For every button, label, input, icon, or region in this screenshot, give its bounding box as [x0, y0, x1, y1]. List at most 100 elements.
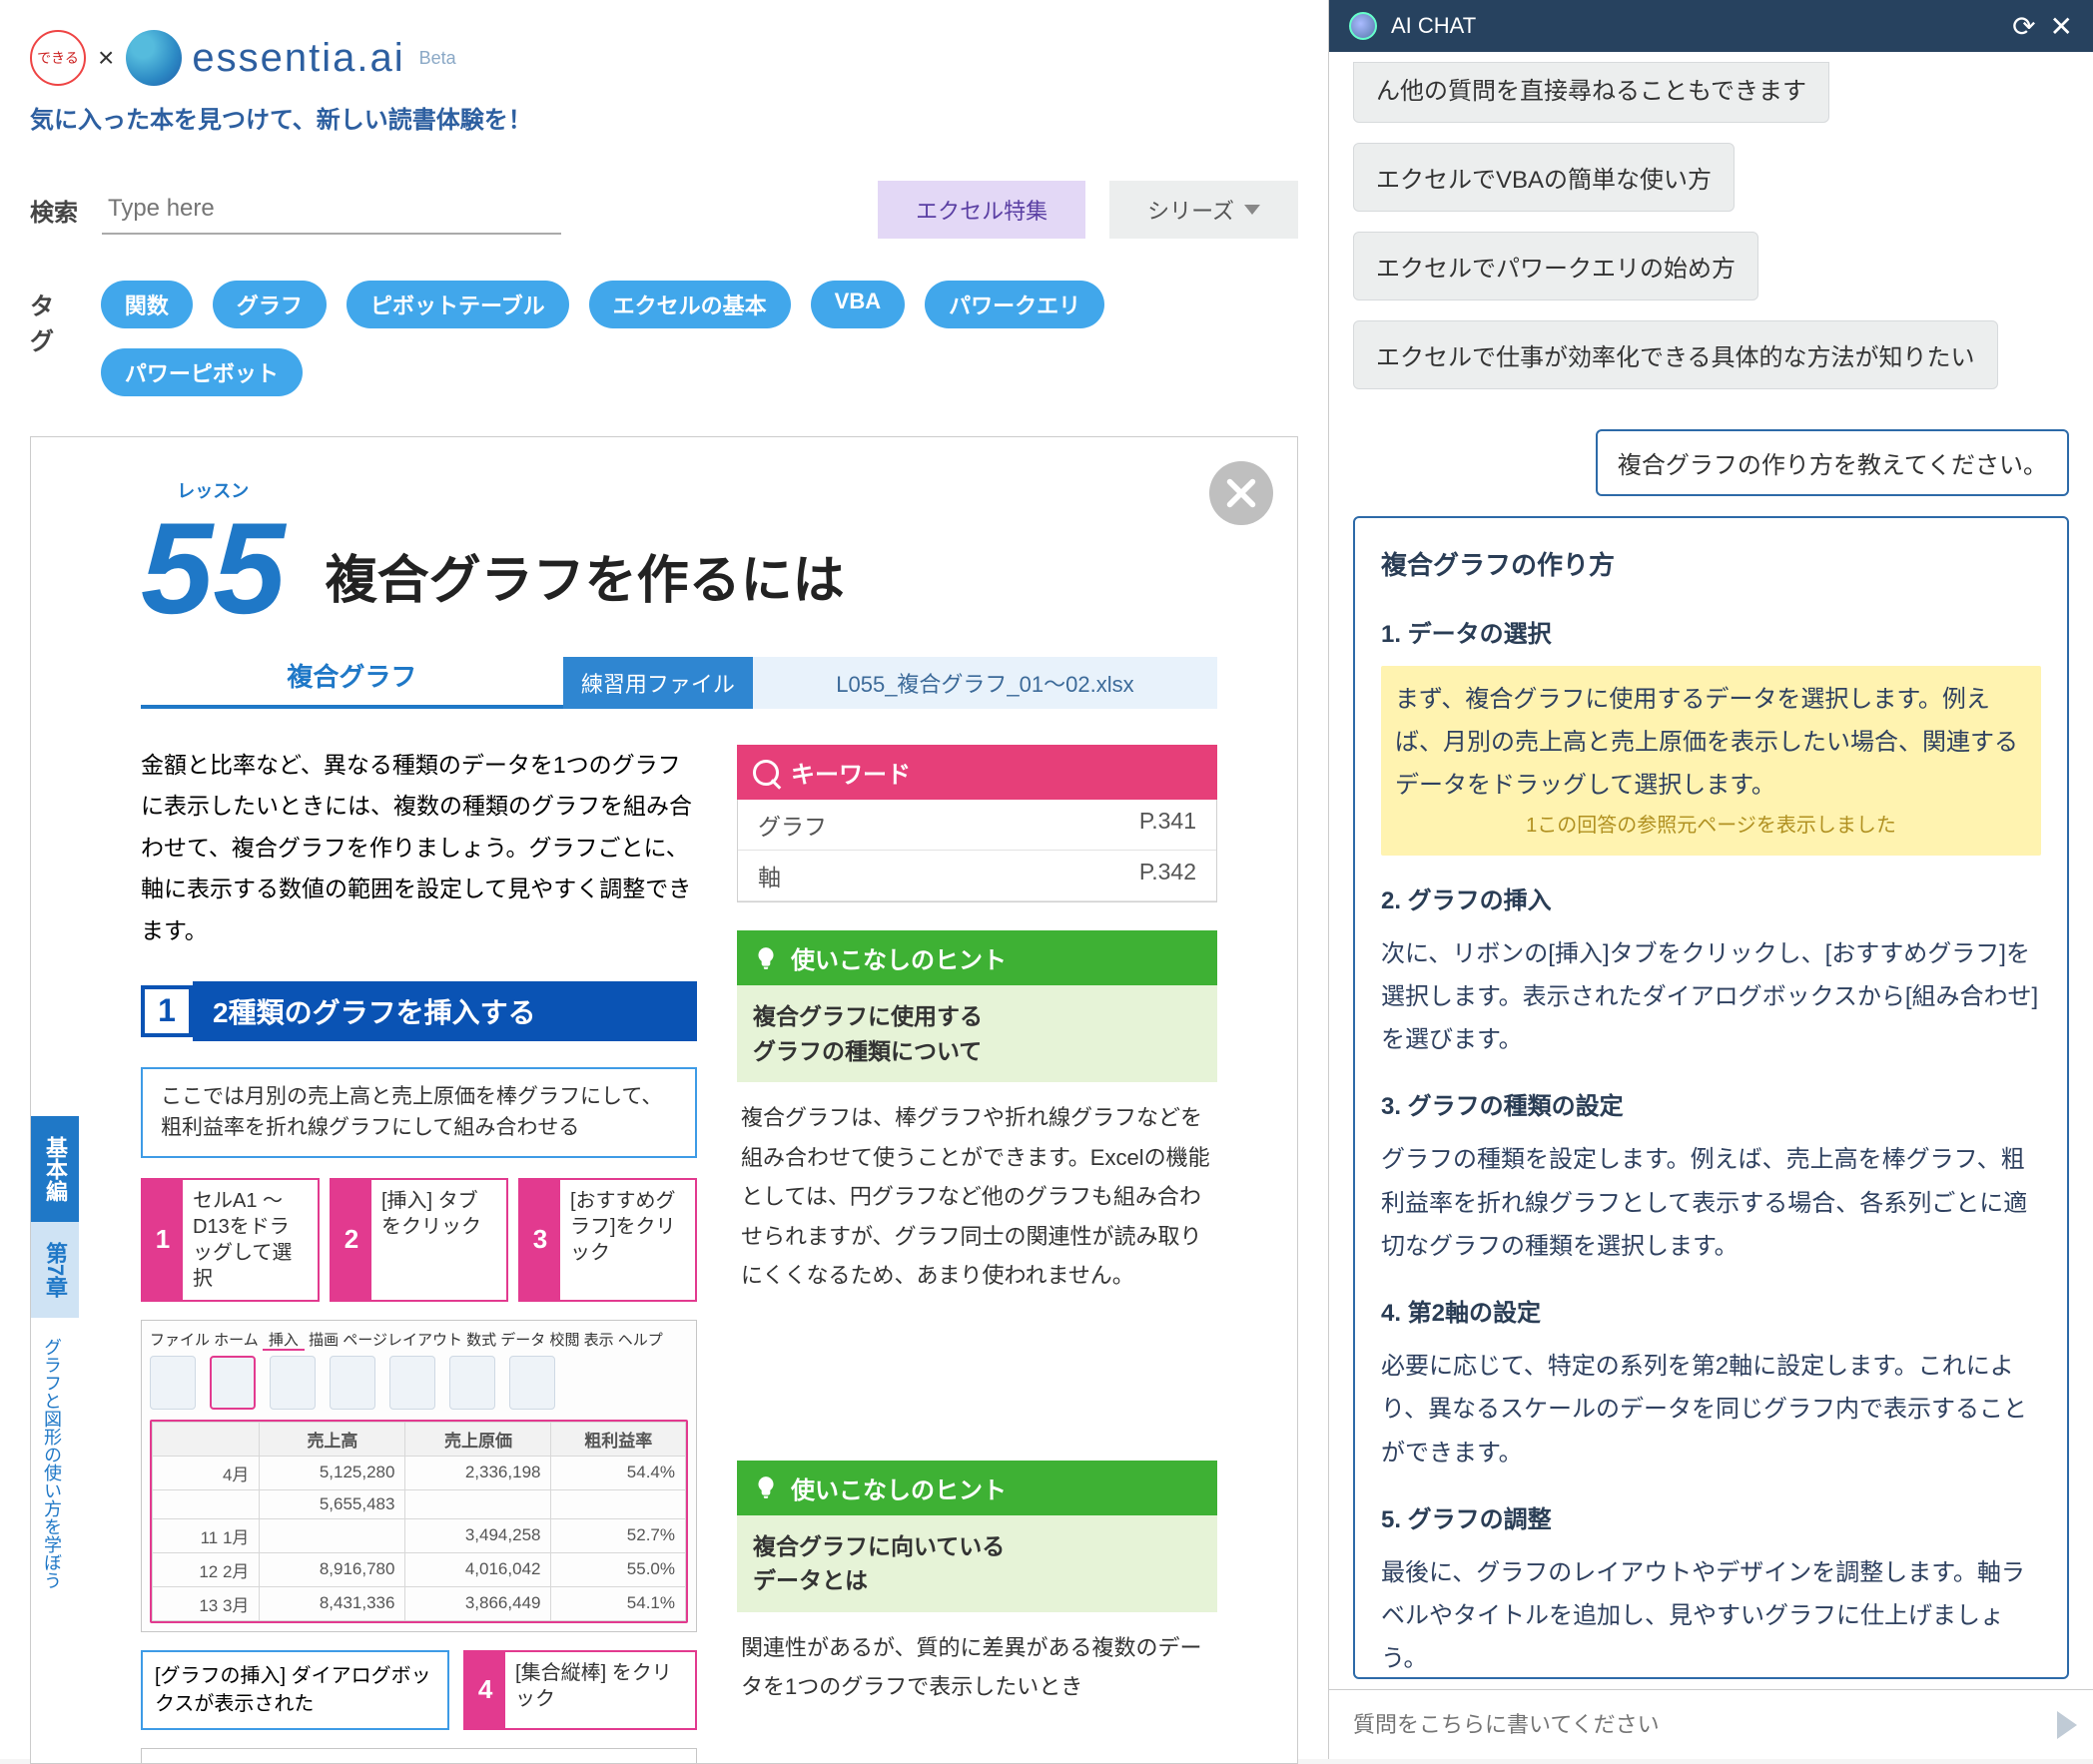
- blue-callout: ここでは月別の売上高と売上原価を棒グラフにして、 粗利益率を折れ線グラフにして組…: [141, 1067, 697, 1158]
- doc-col-left: 金額と比率など、異なる種類のデータを1つのグラフに表示したいときには、複数の種類…: [91, 745, 697, 1707]
- tag-pill[interactable]: ピボットテーブル: [347, 281, 569, 328]
- magenta-step: 1 セルA1 ～ D13をドラッグして選択: [141, 1178, 320, 1302]
- suggestion-bubble[interactable]: ん他の質問を直接尋ねることもできます: [1353, 62, 1829, 123]
- step-bar: 1 2種類のグラフを挿入する: [141, 981, 697, 1041]
- suggestion-bubble[interactable]: エクセルで仕事が効率化できる具体的な方法が知りたい: [1353, 320, 1998, 389]
- tag-pill[interactable]: エクセルの基本: [589, 281, 791, 328]
- chart-dialog-screenshot: グラフの挿入 おすすめグラフ すべてのグラフ 集合縦棒 グラフ タイトル: [141, 1748, 697, 1764]
- ribbon-topic: 複合グラフ: [141, 657, 563, 709]
- search-row: 検索 エクセル特集 シリーズ: [30, 181, 1298, 239]
- logo-dekiru-icon: できる: [30, 30, 86, 86]
- tagline: 気に入った本を見つけて、新しい読書体験を！: [30, 100, 1298, 135]
- chat-input[interactable]: [1329, 1712, 2057, 1738]
- magenta-step-text: セルA1 ～ D13をドラッグして選択: [183, 1180, 318, 1300]
- search-label: 検索: [30, 193, 78, 228]
- ribbon-file-label: 練習用ファイル: [563, 657, 753, 709]
- magenta-step: 4 [集合縦棒] をクリック: [463, 1650, 697, 1730]
- ribbon-icon: [389, 1356, 435, 1410]
- magenta-step-text: [おすすめグラフ]をクリック: [560, 1180, 695, 1300]
- magenta-step-num: 3: [520, 1180, 560, 1300]
- user-message: 複合グラフの作り方を教えてください。: [1596, 429, 2069, 496]
- tag-label: タグ: [30, 287, 77, 356]
- hint-header: 使いこなしのヒント: [737, 1461, 1217, 1515]
- side-tabs: 基本編 第7章 グラフと図形の使い方を学ぼう: [31, 1116, 79, 1609]
- ribbon-icon: [449, 1356, 495, 1410]
- filter-buttons: エクセル特集 シリーズ: [878, 181, 1298, 239]
- tag-row: タグ 関数 グラフ ピボットテーブル エクセルの基本 VBA パワークエリ パワ…: [30, 281, 1298, 396]
- chat-body: ん他の質問を直接尋ねることもできます エクセルでVBAの簡単な使い方 エクセルで…: [1329, 52, 2093, 1689]
- lesson-title: 複合グラフを作るには: [326, 538, 845, 633]
- close-button[interactable]: [1209, 461, 1273, 525]
- answer-text: まず、複合グラフに使用するデータを選択します。例えば、月別の売上高と売上原価を表…: [1395, 678, 2027, 808]
- tag-pill[interactable]: グラフ: [213, 281, 327, 328]
- search-icon: [753, 760, 779, 786]
- lesson-intro: 金額と比率など、異なる種類のデータを1つのグラフに表示したいときには、複数の種類…: [91, 745, 697, 951]
- chevron-down-icon: [1244, 205, 1260, 215]
- tag-pill[interactable]: VBA: [811, 281, 905, 328]
- answer-section-heading: 5. グラフの調整: [1381, 1498, 2041, 1541]
- keyword-row[interactable]: グラフP.341: [738, 800, 1216, 851]
- close-icon: [1222, 474, 1260, 512]
- ribbon-icon: [150, 1356, 196, 1410]
- magenta-step-num: 4: [465, 1652, 505, 1728]
- search-input[interactable]: [102, 185, 561, 235]
- answer-text: 次に、リボンの[挿入]タブをクリックし、[おすすめグラフ]を選択します。表示され…: [1381, 932, 2041, 1062]
- chat-header: AI CHAT ⟳ ✕: [1329, 0, 2093, 52]
- keyword-card: キーワード グラフP.341 軸P.342: [737, 745, 1217, 902]
- ribbon-icon: [330, 1356, 375, 1410]
- brand-beta: Beta: [419, 48, 456, 69]
- ribbon-icon: [270, 1356, 316, 1410]
- send-icon[interactable]: [2057, 1711, 2077, 1739]
- answer-text: 最後に、グラフのレイアウトやデザインを調整します。軸ラベルやタイトルを追加し、見…: [1381, 1551, 2041, 1679]
- filter-series-label: シリーズ: [1147, 194, 1234, 226]
- step-number: 1: [141, 985, 193, 1037]
- answer-highlight[interactable]: まず、複合グラフに使用するデータを選択します。例えば、月別の売上高と売上原価を表…: [1381, 666, 2041, 856]
- magenta-row-2: [グラフの挿入] ダイアログボックスが表示された 4 [集合縦棒] をクリック: [141, 1650, 697, 1730]
- answer-section-heading: 4. 第2軸の設定: [1381, 1292, 2041, 1335]
- step-title: 2種類のグラフを挿入する: [193, 981, 697, 1041]
- excel-ribbon-icons: [150, 1356, 688, 1410]
- hint-card: 使いこなしのヒント 複合グラフに使用する グラフの種類について 複合グラフは、棒…: [737, 930, 1217, 1296]
- brand-essentia: essentia.ai Beta: [126, 30, 455, 86]
- document-card: 基本編 第7章 グラフと図形の使い方を学ぼう レッスン 55 複合グラフを作るに…: [30, 436, 1298, 1764]
- answer-text: グラフの種類を設定します。例えば、売上高を棒グラフ、粗利益率を折れ線グラフとして…: [1381, 1138, 2041, 1268]
- magenta-step-text: [挿入] タブをクリック: [371, 1180, 506, 1300]
- side-tab-topic: グラフと図形の使い方を学ぼう: [31, 1318, 73, 1609]
- filter-series[interactable]: シリーズ: [1109, 181, 1298, 239]
- suggestion-bubble[interactable]: エクセルでパワークエリの始め方: [1353, 232, 1758, 300]
- answer-section-heading: 3. グラフの種類の設定: [1381, 1085, 2041, 1128]
- brand-cross: ×: [98, 42, 114, 74]
- answer-section-heading: 2. グラフの挿入: [1381, 880, 2041, 922]
- tag-pill[interactable]: パワーピボット: [101, 348, 303, 396]
- hint-body: 関連性があるが、質的に差異がある複数のデータを1つのグラフで表示したいとき: [737, 1612, 1217, 1707]
- tag-pill[interactable]: パワークエリ: [925, 281, 1104, 328]
- brand-logos: できる × essentia.ai Beta: [30, 30, 456, 86]
- main-content: できる × essentia.ai Beta 気に入った本を見つけて、新しい読書…: [0, 0, 1328, 1759]
- doc-col-right: キーワード グラフP.341 軸P.342 使いこなしのヒント 複合グラフに使用…: [737, 745, 1217, 1707]
- answer-title: 複合グラフの作り方: [1381, 542, 2041, 589]
- excel-sheet: 売上高売上原価粗利益率 4月5,125,2802,336,19854.4% 5,…: [150, 1420, 688, 1623]
- tag-pill[interactable]: 関数: [101, 281, 193, 328]
- brand-row: できる × essentia.ai Beta: [30, 30, 1298, 86]
- title-ribbon: 複合グラフ 練習用ファイル L055_複合グラフ_01～02.xlsx: [141, 657, 1217, 709]
- document-columns: 金額と比率など、異なる種類のデータを1つのグラフに表示したいときには、複数の種類…: [31, 709, 1297, 1707]
- filter-excel-feature[interactable]: エクセル特集: [878, 181, 1085, 239]
- reference-note: 1この回答の参照元ページを表示しました: [1395, 808, 2027, 844]
- lesson-number-wrap: レッスン 55: [141, 477, 286, 633]
- suggestion-bubble[interactable]: エクセルでVBAの簡単な使い方: [1353, 143, 1735, 212]
- close-icon[interactable]: ✕: [2050, 10, 2073, 43]
- magenta-step: 3 [おすすめグラフ]をクリック: [518, 1178, 697, 1302]
- hint-card: 使いこなしのヒント 複合グラフに向いている データとは 関連性があるが、質的に差…: [737, 1461, 1217, 1707]
- answer-section-heading: 1. データの選択: [1381, 613, 2041, 656]
- keyword-row[interactable]: 軸P.342: [738, 851, 1216, 901]
- side-tab-chapter[interactable]: 第7章: [31, 1222, 79, 1318]
- blue-callout-2: [グラフの挿入] ダイアログボックスが表示された: [141, 1650, 449, 1730]
- hint-subtitle: 複合グラフに使用する グラフの種類について: [737, 985, 1217, 1082]
- magenta-steps: 1 セルA1 ～ D13をドラッグして選択 2 [挿入] タブをクリック 3 […: [141, 1178, 697, 1302]
- side-tab-basic[interactable]: 基本編: [31, 1116, 79, 1222]
- hint-subtitle: 複合グラフに向いている データとは: [737, 1515, 1217, 1612]
- chat-title: AI CHAT: [1391, 13, 1476, 39]
- refresh-icon[interactable]: ⟳: [2012, 10, 2035, 43]
- hint-body: 複合グラフは、棒グラフや折れ線グラフなどを組み合わせて使うことができます。Exc…: [737, 1082, 1217, 1296]
- excel-ribbon-tabs: ファイル ホーム 挿入 描画 ページレイアウト 数式 データ 校閲 表示 ヘルプ: [150, 1329, 688, 1350]
